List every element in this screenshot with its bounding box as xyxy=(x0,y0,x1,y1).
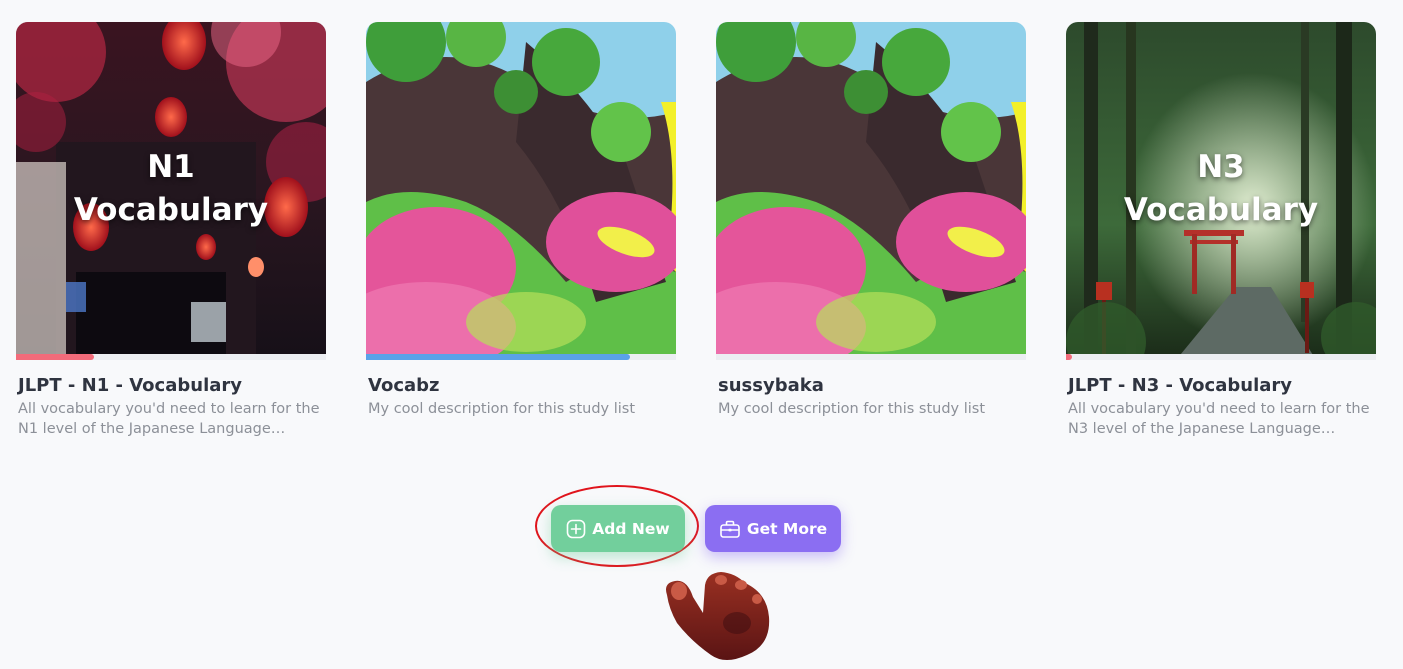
card-cover-title: N1 Vocabulary xyxy=(73,149,269,228)
add-new-label: Add New xyxy=(592,519,670,538)
study-list-card-sussybaka[interactable]: sussybaka My cool description for this s… xyxy=(716,22,1026,439)
painted-tree-flowers-image xyxy=(366,22,676,360)
get-more-button[interactable]: Get More xyxy=(705,505,841,552)
card-description: All vocabulary you'd need to learn for t… xyxy=(1068,401,1370,437)
briefcase-icon xyxy=(720,520,740,538)
study-list-card-n1[interactable]: N1 Vocabulary JLPT - N1 - Vocabulary All… xyxy=(16,22,326,439)
card-description: My cool description for this study list xyxy=(368,401,636,417)
card-title: JLPT - N1 - Vocabulary xyxy=(18,375,242,396)
painted-tree-flowers-image xyxy=(716,22,1026,360)
study-list-card-n3[interactable]: N3 Vocabulary JLPT - N3 - Vocabulary All… xyxy=(1066,22,1376,439)
progress-fill xyxy=(1066,354,1073,360)
progress-bar xyxy=(16,354,326,360)
plus-circle-icon xyxy=(566,519,586,538)
progress-bar xyxy=(716,354,1026,360)
study-list-card-vocabz[interactable]: Vocabz My cool description for this stud… xyxy=(366,22,676,439)
progress-fill xyxy=(366,354,630,360)
card-title: Vocabz xyxy=(368,375,440,396)
get-more-label: Get More xyxy=(746,519,828,538)
card-cover-title: N3 Vocabulary xyxy=(1123,149,1319,228)
card-title: sussybaka xyxy=(718,375,824,396)
progress-bar xyxy=(366,354,676,360)
card-cover-image[interactable]: N3 Vocabulary xyxy=(1066,22,1376,360)
card-cover-image[interactable] xyxy=(716,22,1026,360)
card-cover-image[interactable] xyxy=(366,22,676,360)
paw-pointer-icon xyxy=(666,572,770,660)
card-description: All vocabulary you'd need to learn for t… xyxy=(18,401,320,437)
add-new-button[interactable]: Add New xyxy=(551,505,685,552)
progress-bar xyxy=(1066,354,1376,360)
card-description: My cool description for this study list xyxy=(718,401,986,417)
study-list-grid: N1 Vocabulary JLPT - N1 - Vocabulary All… xyxy=(16,22,1376,439)
card-cover-image[interactable]: N1 Vocabulary xyxy=(16,22,326,360)
progress-fill xyxy=(16,354,94,360)
list-actions: Add New Get More xyxy=(551,505,841,552)
card-title: JLPT - N3 - Vocabulary xyxy=(1068,375,1292,396)
